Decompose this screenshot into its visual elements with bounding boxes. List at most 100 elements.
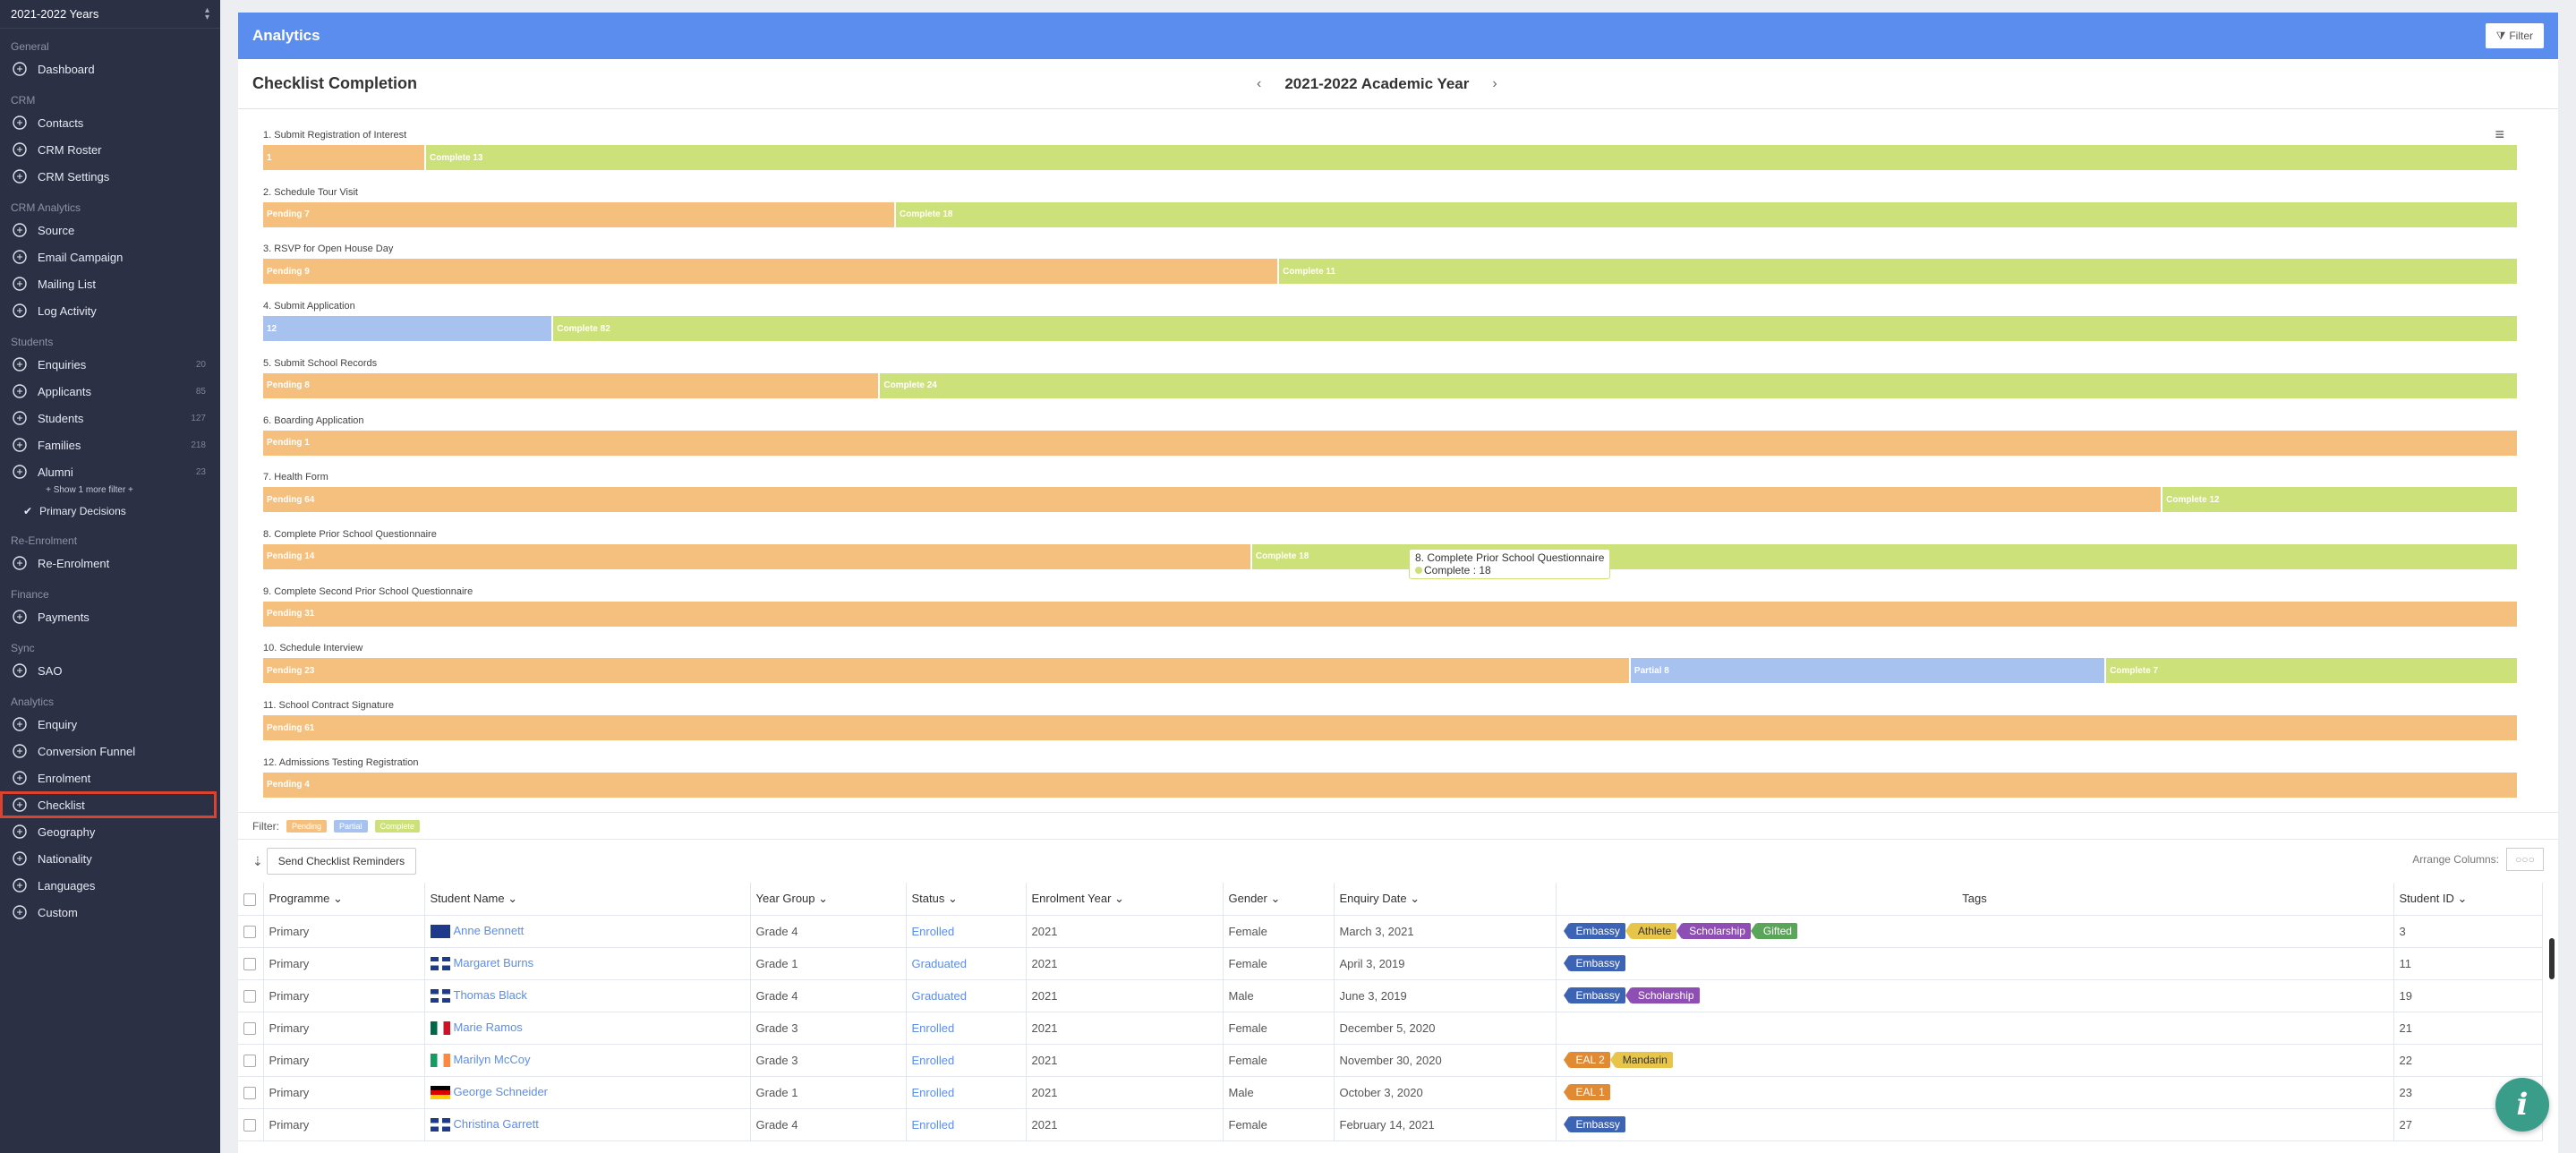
legend-partial[interactable]: Partial <box>334 819 368 833</box>
sidebar-item-source[interactable]: Source <box>0 217 220 243</box>
tag-badge[interactable]: Embassy <box>1563 955 1625 971</box>
student-name-cell[interactable]: Margaret Burns <box>424 947 751 980</box>
student-name-cell[interactable]: Thomas Black <box>424 979 751 1012</box>
tag-badge[interactable]: EAL 1 <box>1563 1084 1610 1100</box>
sidebar-item-enquiry[interactable]: Enquiry <box>0 711 220 738</box>
sidebar-item-log-activity[interactable]: Log Activity <box>0 297 220 324</box>
row-checkbox[interactable] <box>243 957 256 970</box>
student-name-link[interactable]: George Schneider <box>454 1085 549 1098</box>
legend-pending[interactable]: Pending <box>286 819 328 833</box>
student-name-cell[interactable]: Christina Garrett <box>424 1108 751 1141</box>
bar-segment-partial[interactable]: 12 <box>263 316 552 342</box>
student-name-cell[interactable]: Anne Bennett <box>424 915 751 948</box>
sidebar-item-primary-decisions[interactable]: ✔ Primary Decisions <box>0 500 220 523</box>
bar-segment-complete[interactable]: Complete 7 <box>2104 658 2517 684</box>
tag-badge[interactable]: Embassy <box>1563 1116 1625 1132</box>
table-row[interactable]: Primary Thomas Black Grade 4 Graduated 2021 M… <box>238 979 2543 1012</box>
table-scrollbar[interactable] <box>2549 938 2555 979</box>
column-header-student-id[interactable]: Student ID ⌄ <box>2393 883 2543 916</box>
bar-segment-pending[interactable]: Pending 4 <box>263 772 2517 798</box>
tag-badge[interactable]: Scholarship <box>1625 987 1700 1004</box>
row-checkbox-cell[interactable] <box>238 915 264 948</box>
tag-badge[interactable]: Scholarship <box>1676 923 1751 939</box>
info-button[interactable]: i <box>2495 1078 2549 1132</box>
bar-segment-pending[interactable]: Pending 1 <box>263 430 2517 456</box>
sidebar-item-dashboard[interactable]: Dashboard <box>0 56 220 82</box>
table-row[interactable]: Primary George Schneider Grade 1 Enrolled 20… <box>238 1076 2543 1109</box>
column-header-year-group[interactable]: Year Group ⌄ <box>750 883 907 916</box>
sidebar-item-enrolment[interactable]: Enrolment <box>0 764 220 791</box>
tag-badge[interactable]: EAL 2 <box>1563 1052 1610 1068</box>
bar-segment-pending[interactable]: Pending 31 <box>263 601 2517 627</box>
row-checkbox-cell[interactable] <box>238 979 264 1012</box>
student-name-link[interactable]: Margaret Burns <box>454 956 534 969</box>
bar-segment-pending[interactable]: 1 <box>263 145 425 170</box>
tag-badge[interactable]: Mandarin <box>1609 1052 1673 1068</box>
bar-segment-complete[interactable]: Complete 18 <box>894 201 2517 227</box>
bar-segment-pending[interactable]: Pending 14 <box>263 543 1250 569</box>
bar-segment-pending[interactable]: Pending 7 <box>263 201 895 227</box>
row-checkbox-cell[interactable] <box>238 1012 264 1045</box>
select-all-checkbox-cell[interactable] <box>238 883 264 916</box>
row-checkbox-cell[interactable] <box>238 947 264 980</box>
sidebar-item-enquiries[interactable]: Enquiries 20 <box>0 351 220 378</box>
sidebar-item-alumni[interactable]: Alumni 23 <box>0 458 220 485</box>
tag-badge[interactable]: Gifted <box>1750 923 1797 939</box>
sidebar-item-nationality[interactable]: Nationality <box>0 845 220 872</box>
student-name-link[interactable]: Anne Bennett <box>454 924 525 937</box>
legend-complete[interactable]: Complete <box>374 819 421 833</box>
sidebar-item-contacts[interactable]: Contacts <box>0 109 220 136</box>
sidebar-item-payments[interactable]: Payments <box>0 603 220 630</box>
column-header-status[interactable]: Status ⌄ <box>906 883 1027 916</box>
column-header-student-name[interactable]: Student Name ⌄ <box>424 883 751 916</box>
sidebar-item-email-campaign[interactable]: Email Campaign <box>0 243 220 270</box>
student-name-link[interactable]: Marilyn McCoy <box>454 1053 531 1066</box>
sidebar-item-custom[interactable]: Custom <box>0 899 220 926</box>
column-header-tags[interactable]: Tags <box>1556 883 2394 916</box>
student-name-cell[interactable]: Marilyn McCoy <box>424 1044 751 1077</box>
column-header-programme[interactable]: Programme ⌄ <box>263 883 425 916</box>
sidebar-item-applicants[interactable]: Applicants 85 <box>0 378 220 405</box>
tag-badge[interactable]: Embassy <box>1563 923 1625 939</box>
student-name-link[interactable]: Marie Ramos <box>454 1021 523 1034</box>
bar-segment-pending[interactable]: Pending 9 <box>263 259 1278 285</box>
row-checkbox[interactable] <box>243 1118 256 1132</box>
row-checkbox[interactable] <box>243 925 256 938</box>
sidebar-item-students[interactable]: Students 127 <box>0 405 220 431</box>
bar-segment-complete[interactable]: Complete 13 <box>424 145 2517 170</box>
bar-segment-pending[interactable]: Pending 8 <box>263 372 879 398</box>
table-row[interactable]: Primary Christina Garrett Grade 4 Enrolled 2… <box>238 1108 2543 1141</box>
bar-segment-complete[interactable]: Complete 82 <box>551 316 2517 342</box>
bar-segment-complete[interactable]: Complete 12 <box>2161 487 2517 513</box>
column-header-gender[interactable]: Gender ⌄ <box>1223 883 1335 916</box>
row-checkbox[interactable] <box>243 1086 256 1099</box>
sidebar-item-re-enrolment[interactable]: Re-Enrolment <box>0 550 220 576</box>
show-more-filter-link[interactable]: + Show 1 more filter + <box>0 485 179 500</box>
sidebar-item-checklist[interactable]: Checklist <box>0 791 217 818</box>
row-checkbox[interactable] <box>243 1021 256 1035</box>
bar-segment-pending[interactable]: Pending 23 <box>263 658 1629 684</box>
bar-segment-pending[interactable]: Pending 61 <box>263 715 2517 740</box>
column-header-enquiry-date[interactable]: Enquiry Date ⌄ <box>1334 883 1557 916</box>
bar-segment-complete[interactable]: Complete 24 <box>878 372 2517 398</box>
table-row[interactable]: Primary Marie Ramos Grade 3 Enrolled 2021 Fem… <box>238 1012 2543 1045</box>
student-name-cell[interactable]: George Schneider <box>424 1076 751 1109</box>
arrange-columns-button[interactable]: ○○○ <box>2506 848 2544 871</box>
tag-badge[interactable]: Athlete <box>1625 923 1677 939</box>
bar-segment-pending[interactable]: Pending 64 <box>263 487 2162 513</box>
sidebar-item-crm-settings[interactable]: CRM Settings <box>0 163 220 190</box>
chevron-right-icon[interactable]: › <box>1492 76 1497 92</box>
tag-badge[interactable]: Embassy <box>1563 987 1625 1004</box>
sidebar-item-sao[interactable]: SAO <box>0 657 220 684</box>
sidebar-item-geography[interactable]: Geography <box>0 818 220 845</box>
row-checkbox-cell[interactable] <box>238 1108 264 1141</box>
sidebar-item-conversion-funnel[interactable]: Conversion Funnel <box>0 738 220 764</box>
sidebar-item-languages[interactable]: Languages <box>0 872 220 899</box>
student-name-link[interactable]: Christina Garrett <box>454 1117 539 1131</box>
table-row[interactable]: Primary Anne Bennett Grade 4 Enrolled 2021 Fe… <box>238 915 2543 948</box>
row-checkbox-cell[interactable] <box>238 1044 264 1077</box>
sort-icon[interactable]: ⇣ <box>252 854 263 869</box>
filter-button[interactable]: ⧩ Filter <box>2485 23 2544 48</box>
student-name-link[interactable]: Thomas Black <box>454 988 527 1002</box>
bar-segment-complete[interactable]: Complete 11 <box>1277 259 2517 285</box>
